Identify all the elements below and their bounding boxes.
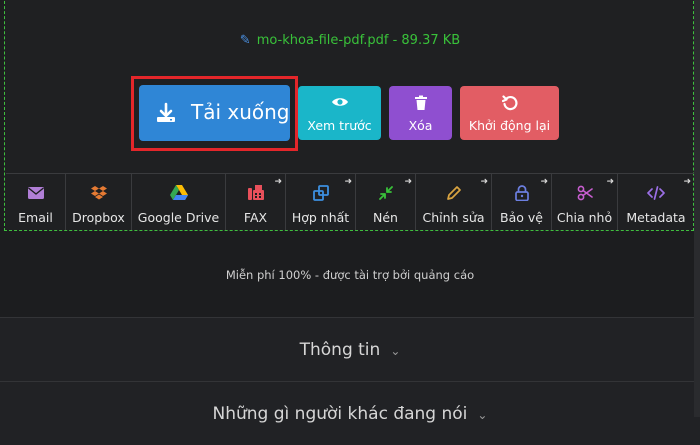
undo-icon	[460, 95, 559, 111]
pencil-icon	[446, 184, 462, 202]
eye-icon	[298, 95, 381, 111]
tool-bar: Email Dropbox Google Drive ➜ FAX ➜ Hợp n…	[6, 173, 694, 230]
fax-icon	[247, 184, 264, 202]
google-drive-icon	[169, 184, 188, 202]
chevron-down-icon: ⌄	[477, 408, 488, 422]
tool-fax[interactable]: ➜ FAX	[226, 174, 286, 230]
merge-icon	[312, 184, 329, 202]
tool-protect[interactable]: ➜ Bảo vệ	[492, 174, 552, 230]
arrow-right-icon: ➜	[606, 176, 614, 186]
tool-label: Dropbox	[72, 210, 125, 225]
envelope-icon	[27, 184, 44, 202]
download-button[interactable]: Tải xuống	[139, 85, 290, 141]
tool-label: FAX	[243, 210, 268, 225]
preview-button[interactable]: Xem trước	[298, 86, 381, 140]
info-section-label: Thông tin	[299, 340, 381, 360]
delete-label: Xóa	[408, 118, 433, 133]
arrow-right-icon: ➜	[540, 176, 548, 186]
compress-icon	[378, 184, 394, 202]
pencil-icon[interactable]: ✎	[240, 33, 251, 48]
tool-label: Email	[18, 210, 53, 225]
tool-label: Bảo vệ	[500, 210, 543, 225]
reviews-section-label: Những gì người khác đang nói	[212, 404, 468, 424]
preview-label: Xem trước	[307, 118, 372, 133]
restart-button[interactable]: Khởi động lại	[460, 86, 559, 140]
tool-dropbox[interactable]: Dropbox	[66, 174, 132, 230]
tool-label: Nén	[373, 210, 398, 225]
tool-label: Chia nhỏ	[556, 210, 613, 225]
tool-edit[interactable]: ➜ Chỉnh sửa	[416, 174, 492, 230]
file-info: ✎ mo-khoa-file-pdf.pdf - 89.37 KB	[0, 33, 700, 48]
download-icon	[155, 102, 177, 129]
restart-label: Khởi động lại	[468, 118, 551, 133]
scissors-icon	[577, 184, 593, 202]
tool-label: Hợp nhất	[291, 210, 350, 225]
tool-label: Chỉnh sửa	[422, 210, 485, 225]
arrow-right-icon: ➜	[683, 176, 691, 186]
download-label: Tải xuống	[191, 100, 290, 124]
arrow-right-icon: ➜	[274, 176, 282, 186]
tool-label: Google Drive	[137, 210, 220, 225]
reviews-section-toggle[interactable]: Những gì người khác đang nói ⌄	[0, 381, 700, 445]
arrow-right-icon: ➜	[480, 176, 488, 186]
tool-compress[interactable]: ➜ Nén	[356, 174, 416, 230]
trash-icon	[389, 95, 452, 111]
sponsor-note: Miễn phí 100% - được tài trợ bởi quảng c…	[225, 268, 475, 282]
tool-email[interactable]: Email	[6, 174, 66, 230]
delete-button[interactable]: Xóa	[389, 86, 452, 140]
info-section-toggle[interactable]: Thông tin ⌄	[0, 317, 700, 381]
tool-merge[interactable]: ➜ Hợp nhất	[286, 174, 356, 230]
tool-label: Metadata	[626, 210, 686, 225]
scrollbar[interactable]	[694, 0, 700, 417]
file-name-size: mo-khoa-file-pdf.pdf - 89.37 KB	[256, 33, 461, 48]
chevron-down-icon: ⌄	[390, 344, 401, 358]
arrow-right-icon: ➜	[344, 176, 352, 186]
lock-icon	[514, 184, 529, 202]
tool-metadata[interactable]: ➜ Metadata	[618, 174, 694, 230]
tool-split[interactable]: ➜ Chia nhỏ	[552, 174, 618, 230]
tool-google-drive[interactable]: Google Drive	[132, 174, 226, 230]
arrow-right-icon: ➜	[404, 176, 412, 186]
dropbox-icon	[90, 184, 107, 202]
code-icon	[647, 184, 665, 202]
